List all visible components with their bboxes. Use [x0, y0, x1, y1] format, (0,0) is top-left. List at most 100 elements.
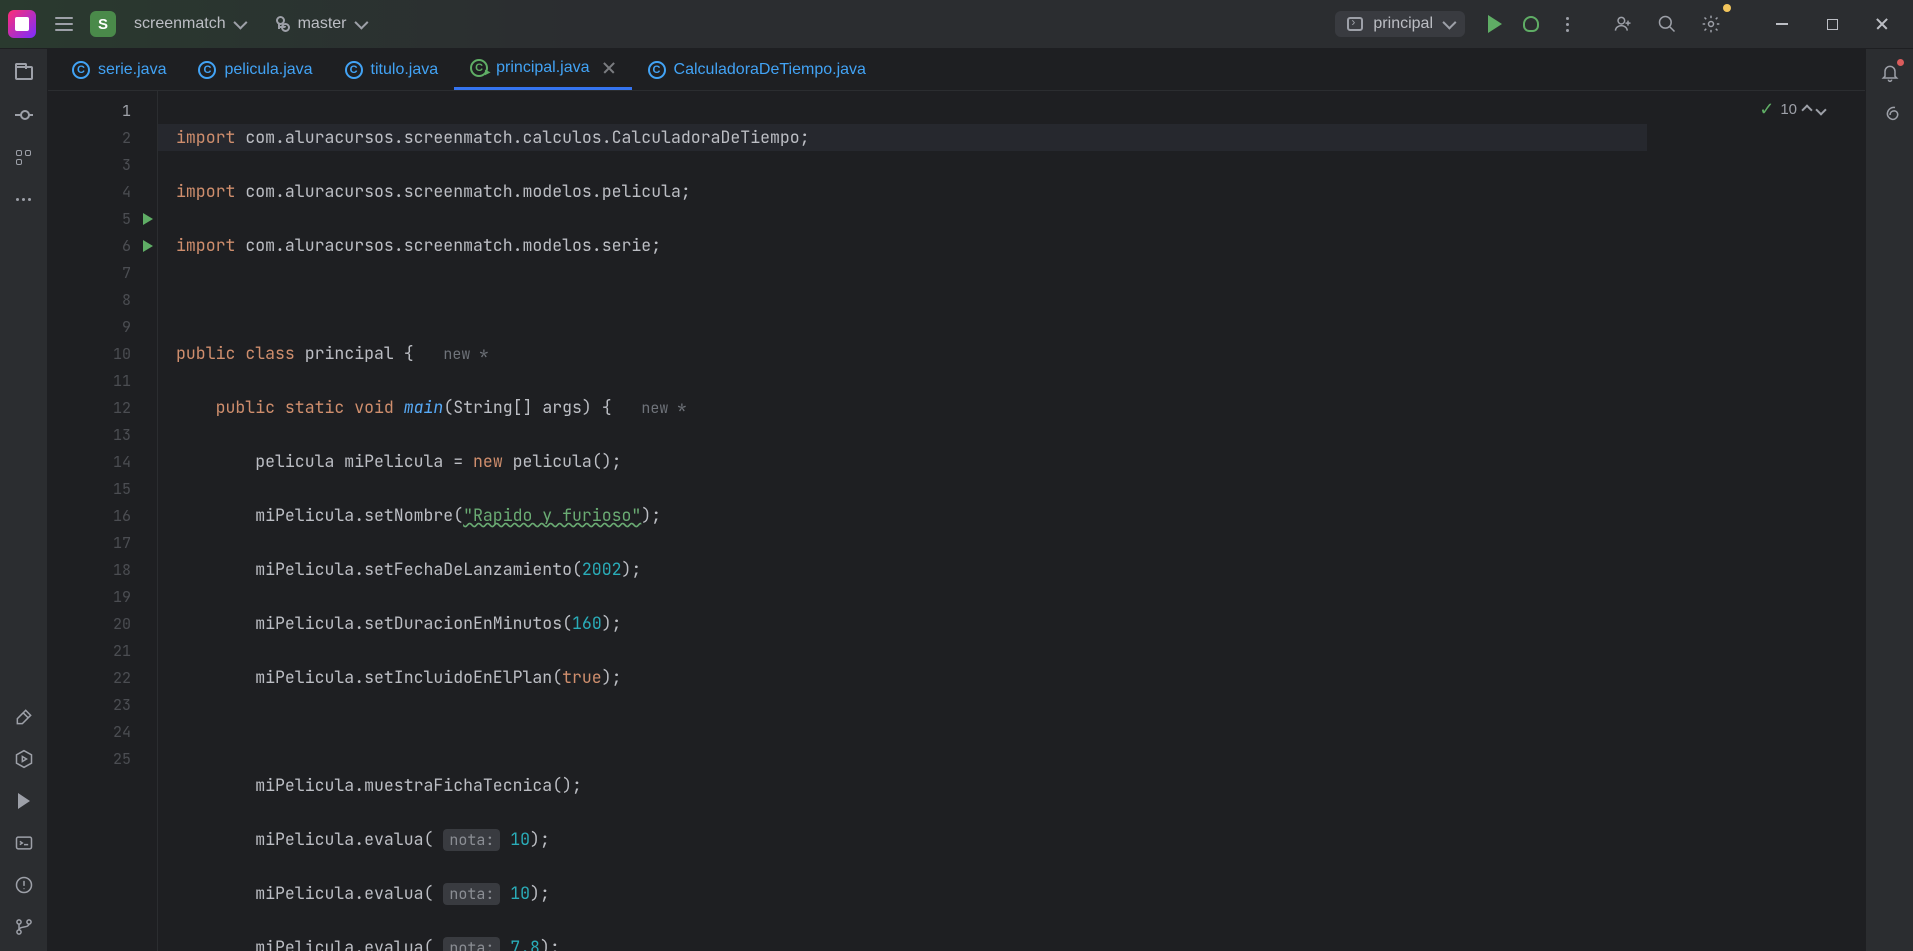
more-actions-button[interactable]	[1549, 6, 1585, 42]
gear-icon	[1701, 14, 1721, 34]
app-logo-icon	[8, 10, 36, 38]
line-number[interactable]: 10	[48, 340, 157, 367]
line-number[interactable]: 7	[48, 259, 157, 286]
line-number[interactable]: 4	[48, 178, 157, 205]
class-icon: C	[345, 61, 363, 79]
run-gutter-icon[interactable]	[143, 213, 153, 225]
build-tool-button[interactable]	[12, 705, 36, 729]
dots-vertical-icon	[1566, 17, 1569, 32]
git-branch-selector[interactable]: master	[264, 11, 375, 37]
line-number[interactable]: 13	[48, 421, 157, 448]
chevron-down-icon[interactable]	[1815, 104, 1826, 115]
line-number[interactable]: 18	[48, 556, 157, 583]
terminal-tool-button[interactable]	[12, 831, 36, 855]
run-config-icon	[1347, 17, 1363, 31]
line-number[interactable]: 24	[48, 718, 157, 745]
line-number[interactable]: 2	[48, 124, 157, 151]
close-icon	[1875, 17, 1889, 31]
line-number[interactable]: 16	[48, 502, 157, 529]
tab-label: titulo.java	[371, 61, 439, 79]
run-tool-button[interactable]	[12, 789, 36, 813]
search-button[interactable]	[1649, 6, 1685, 42]
project-badge: S	[90, 11, 116, 37]
line-number[interactable]: 14	[48, 448, 157, 475]
problems-tool-button[interactable]	[12, 873, 36, 897]
main-menu-button[interactable]	[48, 8, 80, 40]
structure-tool-button[interactable]	[12, 145, 36, 169]
debug-button[interactable]	[1513, 6, 1549, 42]
right-tool-stripe	[1865, 49, 1913, 951]
branch-icon	[274, 16, 290, 32]
tab-principal[interactable]: Cprincipal.java	[454, 49, 631, 90]
main-area: Cserie.java Cpelicula.java Ctitulo.java …	[0, 49, 1913, 951]
line-number[interactable]: 17	[48, 529, 157, 556]
tab-titulo[interactable]: Ctitulo.java	[329, 49, 455, 90]
line-number[interactable]: 5	[48, 205, 157, 232]
run-gutter-icon[interactable]	[143, 240, 153, 252]
editor-section: Cserie.java Cpelicula.java Ctitulo.java …	[48, 49, 1865, 951]
play-icon	[1488, 15, 1502, 33]
line-number[interactable]: 23	[48, 691, 157, 718]
line-number[interactable]: 20	[48, 610, 157, 637]
services-tool-button[interactable]	[12, 747, 36, 771]
line-number[interactable]: 21	[48, 637, 157, 664]
folder-icon	[15, 66, 33, 80]
dots-horizontal-icon	[16, 198, 31, 201]
tab-label: pelicula.java	[224, 61, 312, 79]
code-with-me-button[interactable]	[1605, 6, 1641, 42]
close-tab-icon[interactable]	[602, 61, 616, 75]
class-icon: C	[198, 61, 216, 79]
line-number[interactable]: 9	[48, 313, 157, 340]
chevron-up-icon[interactable]	[1801, 104, 1812, 115]
tab-calculadora[interactable]: CCalculadoraDeTiempo.java	[632, 49, 882, 90]
project-selector[interactable]: screenmatch	[124, 11, 254, 37]
git-branch-icon	[14, 917, 34, 937]
chevron-down-icon	[354, 16, 368, 30]
line-number[interactable]: 8	[48, 286, 157, 313]
tab-serie[interactable]: Cserie.java	[56, 49, 182, 90]
line-number[interactable]: 1	[48, 97, 157, 124]
bell-icon	[1880, 63, 1900, 83]
maximize-button[interactable]	[1809, 8, 1855, 40]
line-number[interactable]: 11	[48, 367, 157, 394]
gutter[interactable]: 1 2 3 4 5 6 7 8 9 10 11 12 13 14 15 16 1…	[48, 91, 158, 951]
class-icon: C	[648, 61, 666, 79]
close-button[interactable]	[1859, 8, 1905, 40]
class-runnable-icon: C	[470, 59, 488, 77]
spiral-icon	[1880, 105, 1900, 125]
search-icon	[1657, 14, 1677, 34]
problems-indicator[interactable]: ✓ 10	[1759, 99, 1825, 120]
line-number[interactable]: 19	[48, 583, 157, 610]
check-icon: ✓	[1759, 99, 1774, 120]
line-number[interactable]: 12	[48, 394, 157, 421]
chevron-down-icon	[233, 16, 247, 30]
project-tool-button[interactable]	[12, 61, 36, 85]
title-bar: S screenmatch master principal	[0, 0, 1913, 49]
settings-button[interactable]	[1693, 6, 1729, 42]
line-number[interactable]: 22	[48, 664, 157, 691]
code-area[interactable]: import com.aluracursos.screenmatch.calcu…	[158, 91, 1865, 951]
line-number[interactable]: 6	[48, 232, 157, 259]
tab-pelicula[interactable]: Cpelicula.java	[182, 49, 328, 90]
ai-assistant-button[interactable]	[1878, 103, 1902, 127]
minimize-button[interactable]	[1759, 8, 1805, 40]
line-number[interactable]: 15	[48, 475, 157, 502]
vcs-tool-button[interactable]	[12, 915, 36, 939]
notifications-button[interactable]	[1878, 61, 1902, 85]
tab-label: principal.java	[496, 59, 589, 77]
alert-circle-icon	[14, 875, 34, 895]
person-add-icon	[1613, 14, 1633, 34]
line-number[interactable]: 25	[48, 745, 157, 772]
hammer-icon	[14, 707, 34, 727]
hexagon-play-icon	[14, 749, 34, 769]
line-number[interactable]: 3	[48, 151, 157, 178]
problems-count: 10	[1780, 101, 1797, 118]
more-tools-button[interactable]	[12, 187, 36, 211]
run-button[interactable]	[1477, 6, 1513, 42]
class-icon: C	[72, 61, 90, 79]
project-name: screenmatch	[134, 15, 226, 33]
commit-tool-button[interactable]	[12, 103, 36, 127]
editor[interactable]: 1 2 3 4 5 6 7 8 9 10 11 12 13 14 15 16 1…	[48, 91, 1865, 951]
run-config-selector[interactable]: principal	[1335, 11, 1465, 37]
left-tool-stripe	[0, 49, 48, 951]
